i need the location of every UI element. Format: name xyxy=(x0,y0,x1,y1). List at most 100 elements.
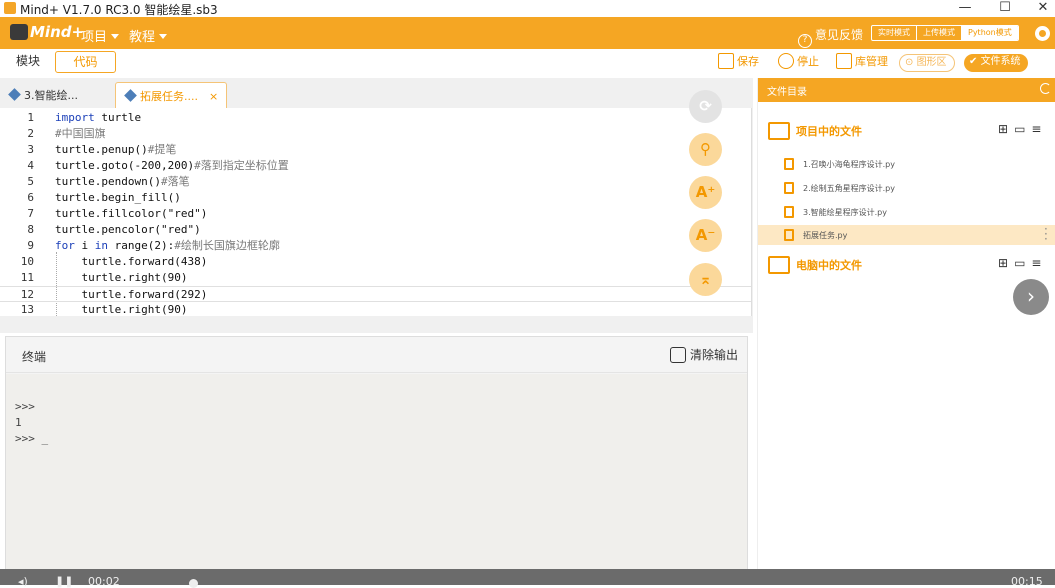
code-line[interactable]: 2 #中国国旗 xyxy=(0,126,751,142)
new-folder-icon[interactable]: ▭ xyxy=(1014,256,1025,270)
mode-realtime[interactable]: 实时模式 xyxy=(872,26,916,40)
code-line[interactable]: 12 turtle.forward(292) xyxy=(0,286,751,302)
code-editor[interactable]: 1 import turtle 2 #中国国旗 3 turtle.penup()#提笔 4 t… xyxy=(0,108,752,316)
line-number: 3 xyxy=(27,143,34,156)
seek-slider[interactable] xyxy=(189,579,198,588)
code-line[interactable]: 13 turtle.right(90) xyxy=(0,302,751,316)
list-icon xyxy=(768,122,790,140)
filesystem-button[interactable]: ✔ 文件系统 xyxy=(964,54,1028,72)
line-number: 2 xyxy=(27,127,34,140)
collapse-up-icon[interactable]: ⌅ xyxy=(689,263,722,296)
close-tab-icon[interactable]: × xyxy=(209,83,218,111)
file-icon xyxy=(784,158,794,170)
new-folder-icon[interactable]: ▭ xyxy=(1014,122,1025,136)
terminal-output[interactable]: >>> 1 >>> _ xyxy=(6,374,747,584)
code-text: turtle.pencolor("red") xyxy=(55,223,201,236)
code-line[interactable]: 1 import turtle xyxy=(0,110,751,126)
stop-button[interactable]: 停止 xyxy=(778,53,819,69)
code-line[interactable]: 11 turtle.right(90) xyxy=(0,270,751,286)
code-line[interactable]: 6 turtle.begin_fill() xyxy=(0,190,751,206)
code-text: for i in range(2):#绘制长国旗边框轮廓 xyxy=(55,239,280,252)
line-number: 4 xyxy=(27,159,34,172)
line-number: 9 xyxy=(27,239,34,252)
font-increase-icon[interactable]: A⁺ xyxy=(689,176,722,209)
code-text: turtle.fillcolor("red") xyxy=(55,207,208,220)
font-decrease-icon[interactable]: A⁻ xyxy=(689,219,722,252)
menu-project[interactable]: 项目 xyxy=(81,26,120,45)
tab-blocks[interactable]: 模块 xyxy=(6,51,50,73)
chevron-down-icon xyxy=(111,34,120,39)
line-number: 10 xyxy=(20,255,34,268)
save-icon xyxy=(718,53,734,69)
more-options-icon[interactable]: · · · xyxy=(1044,223,1048,245)
search-icon[interactable]: ⚲ xyxy=(689,133,722,166)
file-icon xyxy=(784,182,794,194)
chevron-down-icon xyxy=(159,34,168,39)
mode-upload[interactable]: 上传模式 xyxy=(916,26,961,40)
new-file-icon[interactable]: ⊞ xyxy=(998,256,1008,270)
code-text: turtle.forward(438) xyxy=(81,255,208,268)
file-item-selected[interactable]: 拓展任务.py · · · xyxy=(758,223,1055,245)
code-line[interactable]: 3 turtle.penup()#提笔 xyxy=(0,142,751,158)
code-line[interactable]: 8 turtle.pencolor("red") xyxy=(0,222,751,238)
file-directory-header: 文件目录 xyxy=(758,78,1055,102)
menu-tutorial[interactable]: 教程 xyxy=(129,26,168,45)
robot-logo-icon xyxy=(10,24,28,40)
maximize-button[interactable]: ☐ xyxy=(990,0,1020,17)
gear-icon[interactable] xyxy=(1035,26,1050,41)
file-item[interactable]: 3.智能绘星程序设计.py xyxy=(758,202,1055,222)
code-line[interactable]: 7 turtle.fillcolor("red") xyxy=(0,206,751,222)
tab-code[interactable]: 代码 xyxy=(55,51,116,73)
close-button[interactable]: ✕ xyxy=(1028,0,1055,17)
computer-files-section[interactable]: 电脑中的文件 xyxy=(768,256,862,274)
file-item[interactable]: 1.召唤小海龟程序设计.py xyxy=(758,154,1055,174)
editor-area: 3.智能绘... 拓展任务.... × 1 import turtle 2 #中国国旗… xyxy=(0,78,753,333)
code-text: turtle.begin_fill() xyxy=(55,191,181,204)
terminal-line: >>> _ xyxy=(15,432,49,445)
code-line[interactable]: 5 turtle.pendown()#落笔 xyxy=(0,174,751,190)
mode-python[interactable]: Python模式 xyxy=(961,26,1018,40)
code-text: turtle.penup()#提笔 xyxy=(55,143,177,156)
graphics-button[interactable]: ⊙ 图形区 xyxy=(899,54,955,72)
python-file-icon xyxy=(8,88,21,101)
code-line[interactable]: 4 turtle.goto(-200,200)#落到指定坐标位置 xyxy=(0,158,751,174)
window-title: Mind+ V1.7.0 RC3.0 智能绘星.sb3 xyxy=(20,3,218,17)
minimize-button[interactable]: — xyxy=(950,0,980,17)
code-text: turtle.right(90) xyxy=(81,303,188,316)
chevron-right-icon[interactable]: › xyxy=(1013,279,1049,315)
menu-icon[interactable]: ≡ xyxy=(1031,122,1041,136)
volume-icon[interactable]: ◂) xyxy=(18,575,28,588)
code-text: #中国国旗 xyxy=(55,127,106,140)
code-line[interactable]: 9 for i in range(2):#绘制长国旗边框轮廓 xyxy=(0,238,751,254)
project-files-section[interactable]: 项目中的文件 xyxy=(768,122,862,140)
file-directory-panel: 文件目录 项目中的文件 ⊞ ▭ ≡ 1.召唤小海龟程序设计.py 2.绘制五角星程序… xyxy=(757,78,1055,585)
help-icon: ? xyxy=(798,34,812,48)
refresh-icon[interactable] xyxy=(1040,83,1051,94)
code-line[interactable]: 10 turtle.forward(438) xyxy=(0,254,751,270)
new-file-icon[interactable]: ⊞ xyxy=(998,122,1008,136)
window-title-bar: Mind+ V1.7.0 RC3.0 智能绘星.sb3 — ☐ ✕ xyxy=(0,0,1055,17)
library-icon xyxy=(836,53,852,69)
terminal-title: 终端 xyxy=(22,350,47,364)
line-number: 11 xyxy=(20,271,34,284)
pause-icon[interactable]: ❚❚ xyxy=(55,575,73,588)
line-number: 7 xyxy=(27,207,34,220)
menu-icon[interactable]: ≡ xyxy=(1031,256,1041,270)
refresh-icon[interactable]: ⟳ xyxy=(689,90,722,123)
line-number: 13 xyxy=(20,303,34,316)
line-number: 5 xyxy=(27,175,34,188)
editor-tab-1[interactable]: 拓展任务.... × xyxy=(115,82,227,110)
file-icon xyxy=(784,206,794,218)
editor-tab-0[interactable]: 3.智能绘... xyxy=(0,82,113,110)
code-text: turtle.goto(-200,200)#落到指定坐标位置 xyxy=(55,159,289,172)
save-button[interactable]: 保存 xyxy=(718,53,759,69)
toolbar: 模块 代码 保存 停止 库管理 ⊙ 图形区 ✔ 文件系统 xyxy=(0,49,1055,78)
terminal-panel: 终端 清除输出 >>> 1 >>> _ xyxy=(5,336,748,585)
library-button[interactable]: 库管理 xyxy=(836,53,888,69)
feedback-button[interactable]: ? 意见反馈 xyxy=(798,26,863,48)
python-file-icon xyxy=(124,89,137,102)
video-control-bar: ◂) ❚❚ 00:02 00:15 xyxy=(0,569,1055,588)
line-number: 8 xyxy=(27,223,34,236)
clear-output-button[interactable]: 清除输出 xyxy=(670,346,738,363)
file-item[interactable]: 2.绘制五角星程序设计.py xyxy=(758,178,1055,198)
